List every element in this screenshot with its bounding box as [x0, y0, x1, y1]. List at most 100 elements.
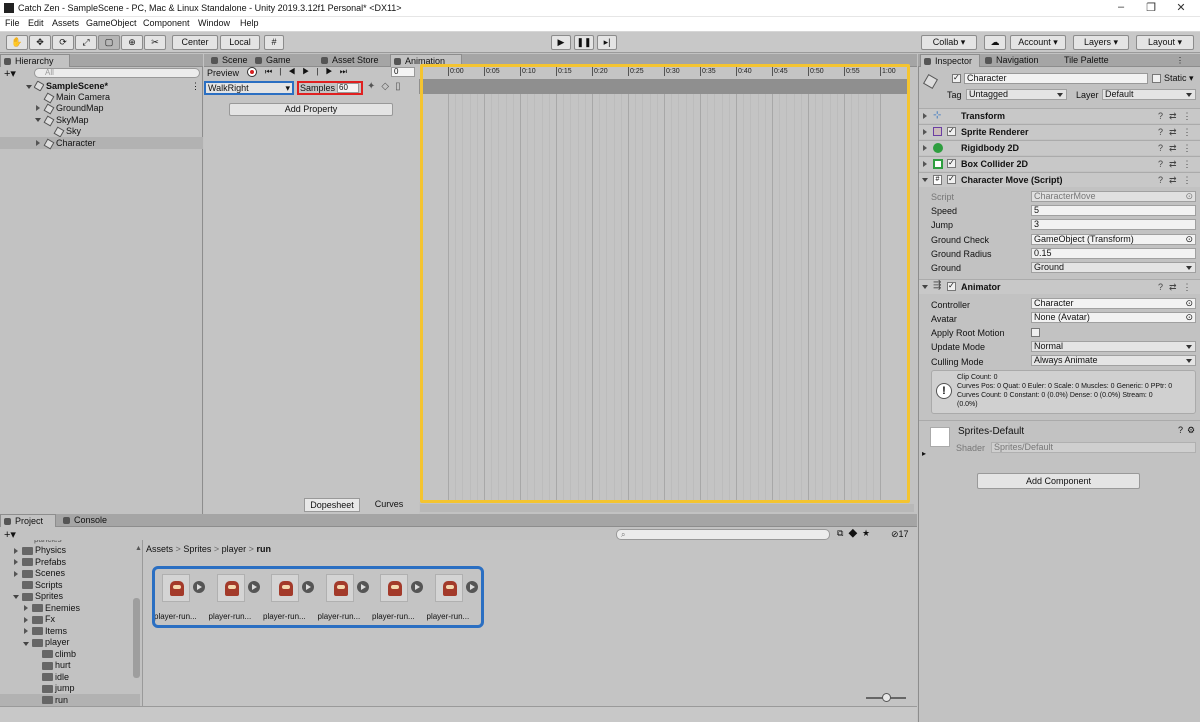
- static-checkbox[interactable]: [1152, 74, 1161, 83]
- folder-run[interactable]: run: [55, 695, 68, 706]
- groundmap-fold-icon[interactable]: [36, 105, 40, 111]
- fold-icon[interactable]: [24, 628, 28, 634]
- frame-field[interactable]: 0: [391, 67, 415, 77]
- prop-ground-check-field[interactable]: GameObject (Transform) ⊙: [1031, 234, 1196, 245]
- breadcrumb-run[interactable]: run: [256, 544, 271, 554]
- fold-icon[interactable]: [923, 129, 927, 135]
- hierarchy-search-input[interactable]: All: [34, 68, 200, 78]
- component-enable-checkbox[interactable]: [947, 281, 956, 291]
- prop-controller-field[interactable]: Character ⊙: [1031, 298, 1196, 309]
- project-search-input[interactable]: ⌕: [616, 529, 830, 540]
- pause-button-icon[interactable]: ❚❚: [574, 35, 594, 50]
- prop-ground-dropdown[interactable]: Ground: [1031, 262, 1196, 273]
- add-property-button[interactable]: Add Property: [229, 103, 393, 116]
- hierarchy-item-sky[interactable]: Sky: [66, 126, 81, 137]
- fold-icon[interactable]: ▸: [922, 449, 926, 458]
- collapse-arrow-icon[interactable]: ▲: [135, 545, 142, 552]
- play-button-icon[interactable]: ▶: [551, 35, 571, 50]
- apply-root-motion-checkbox[interactable]: [1031, 328, 1040, 337]
- hierarchy-item-groundmap[interactable]: GroundMap: [56, 103, 104, 114]
- hierarchy-item-skymap[interactable]: SkyMap: [56, 115, 89, 126]
- prop-speed-input[interactable]: 5: [1031, 205, 1196, 216]
- skymap-fold-icon[interactable]: [35, 118, 41, 122]
- object-picker-icon[interactable]: ⊙: [1185, 235, 1193, 244]
- tab-curves[interactable]: Curves: [362, 498, 416, 512]
- clip-dropdown[interactable]: WalkRight ▾: [204, 81, 294, 95]
- object-picker-icon[interactable]: ⊙: [1185, 299, 1193, 308]
- folder-jump[interactable]: jump: [55, 683, 75, 694]
- menu-window[interactable]: Window: [198, 18, 230, 28]
- component-enable-checkbox[interactable]: [947, 126, 956, 136]
- menu-assets[interactable]: Assets: [52, 18, 79, 28]
- fold-icon[interactable]: [923, 113, 927, 119]
- keyframe-tools-icon[interactable]: ✦◇▯: [367, 81, 407, 92]
- samples-input[interactable]: 60: [337, 83, 359, 93]
- component-rigidbody2d[interactable]: Rigidbody 2D ?⇄⋮: [919, 140, 1200, 155]
- object-name-field[interactable]: Character: [964, 73, 1148, 84]
- tab-navigation[interactable]: Navigation: [982, 54, 1058, 67]
- component-actions-icon[interactable]: ?⇄⋮: [1158, 143, 1198, 154]
- tag-dropdown[interactable]: Untagged: [966, 89, 1067, 100]
- step-button-icon[interactable]: ▸|: [597, 35, 617, 50]
- scale-tool-icon[interactable]: ⤢: [75, 35, 97, 50]
- fold-icon[interactable]: [14, 559, 18, 565]
- component-actions-icon[interactable]: ?⇄⋮: [1158, 127, 1198, 138]
- folder-tree-scrollbar[interactable]: [133, 598, 140, 678]
- folder-climb[interactable]: climb: [55, 649, 76, 660]
- folder-idle[interactable]: idle: [55, 672, 69, 683]
- inspector-menu-icon[interactable]: ⋮: [1176, 56, 1184, 65]
- zoom-slider-handle[interactable]: [882, 693, 891, 702]
- prop-avatar-field[interactable]: None (Avatar) ⊙: [1031, 312, 1196, 323]
- custom-tool-icon[interactable]: ✂: [144, 35, 166, 50]
- fold-icon[interactable]: [23, 642, 29, 646]
- menu-component[interactable]: Component: [143, 18, 190, 28]
- timeline-scrollbar[interactable]: [420, 504, 914, 512]
- add-component-button[interactable]: Add Component: [977, 473, 1140, 489]
- fold-icon[interactable]: [923, 161, 927, 167]
- restore-button[interactable]: ❐: [1144, 1, 1158, 14]
- tab-asset-store[interactable]: Asset Store: [318, 54, 390, 67]
- tab-tile-palette[interactable]: Tile Palette: [1050, 54, 1120, 67]
- component-actions-icon[interactable]: ?⇄⋮: [1158, 159, 1198, 170]
- tab-project[interactable]: Project: [0, 514, 56, 527]
- rect-tool-icon[interactable]: ▢: [98, 35, 120, 50]
- hand-tool-icon[interactable]: ✋: [6, 35, 28, 50]
- fold-icon[interactable]: [14, 571, 18, 577]
- fold-icon[interactable]: [922, 285, 928, 289]
- folder-items[interactable]: Items: [45, 626, 67, 637]
- material-actions-icon[interactable]: ?⚙: [1178, 425, 1199, 436]
- prop-culling-mode-dropdown[interactable]: Always Animate: [1031, 355, 1196, 366]
- record-button[interactable]: [247, 67, 257, 77]
- fold-icon[interactable]: [24, 617, 28, 623]
- menu-file[interactable]: File: [5, 18, 20, 28]
- breadcrumb-sprites[interactable]: Sprites: [183, 544, 211, 554]
- component-character-move[interactable]: # Character Move (Script) ?⇄⋮: [919, 172, 1200, 187]
- menu-gameobject[interactable]: GameObject: [86, 18, 137, 28]
- prop-ground-radius-input[interactable]: 0.15: [1031, 248, 1196, 259]
- filter-icons[interactable]: ⧉◆★: [837, 528, 875, 539]
- folder-physics[interactable]: Physics: [35, 545, 66, 556]
- tab-scene[interactable]: Scene: [208, 54, 252, 67]
- preview-toggle[interactable]: Preview: [207, 68, 239, 78]
- folder-player[interactable]: player: [45, 637, 70, 648]
- pivot-center-button[interactable]: Center: [172, 35, 218, 50]
- folder-scenes[interactable]: Scenes: [35, 568, 65, 579]
- component-enable-checkbox[interactable]: [947, 174, 956, 184]
- menu-help[interactable]: Help: [240, 18, 259, 28]
- move-tool-icon[interactable]: ✥: [29, 35, 51, 50]
- transform-tool-icon[interactable]: ⊕: [121, 35, 143, 50]
- component-actions-icon[interactable]: ?⇄⋮: [1158, 175, 1198, 186]
- component-transform[interactable]: ⊹ Transform ?⇄⋮: [919, 108, 1200, 123]
- component-sprite-renderer[interactable]: Sprite Renderer ?⇄⋮: [919, 124, 1200, 139]
- fold-icon[interactable]: [24, 605, 28, 611]
- scene-name[interactable]: SampleScene*: [46, 81, 108, 92]
- minimize-button[interactable]: –: [1114, 1, 1128, 13]
- breadcrumb-player[interactable]: player: [222, 544, 247, 554]
- prop-update-mode-dropdown[interactable]: Normal: [1031, 341, 1196, 352]
- tab-dopesheet[interactable]: Dopesheet: [304, 498, 360, 512]
- active-checkbox[interactable]: [952, 73, 961, 83]
- tab-console[interactable]: Console: [60, 514, 120, 527]
- breadcrumb-assets[interactable]: Assets: [146, 544, 173, 554]
- fold-icon[interactable]: [923, 145, 927, 151]
- component-enable-checkbox[interactable]: [947, 158, 956, 168]
